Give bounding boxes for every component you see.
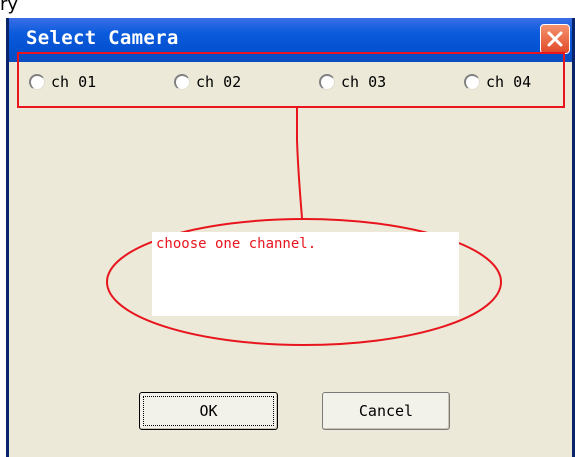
radio-button-icon[interactable] — [464, 74, 480, 90]
annotation-text: choose one channel. — [156, 236, 317, 252]
cancel-button[interactable]: Cancel — [322, 392, 450, 430]
cancel-button-label: Cancel — [358, 402, 414, 420]
dialog-title: Select Camera — [26, 27, 179, 49]
radio-button-icon[interactable] — [319, 74, 335, 90]
close-button[interactable] — [540, 24, 570, 54]
radio-ch-02[interactable]: ch 02 — [174, 72, 241, 92]
page: ry Select Camera ch 01 ch 02 ch 03 ch 04… — [0, 0, 575, 457]
radio-ch-03[interactable]: ch 03 — [319, 72, 386, 92]
radio-ch-04[interactable]: ch 04 — [464, 72, 531, 92]
radio-button-icon[interactable] — [29, 74, 45, 90]
annotation-text-area: choose one channel. — [152, 232, 459, 316]
ok-button-label: OK — [199, 402, 218, 420]
radio-label-ch-01[interactable]: ch 01 — [51, 73, 96, 91]
radio-button-icon[interactable] — [174, 74, 190, 90]
radio-label-ch-04[interactable]: ch 04 — [486, 73, 531, 91]
channel-radio-group: ch 01 ch 02 ch 03 ch 04 — [17, 52, 565, 108]
radio-label-ch-03[interactable]: ch 03 — [341, 73, 386, 91]
ok-button[interactable]: OK — [139, 392, 278, 430]
background-text-fragment: ry — [0, 0, 19, 15]
radio-label-ch-02[interactable]: ch 02 — [196, 73, 241, 91]
close-x-icon — [547, 31, 563, 47]
radio-ch-01[interactable]: ch 01 — [29, 72, 96, 92]
